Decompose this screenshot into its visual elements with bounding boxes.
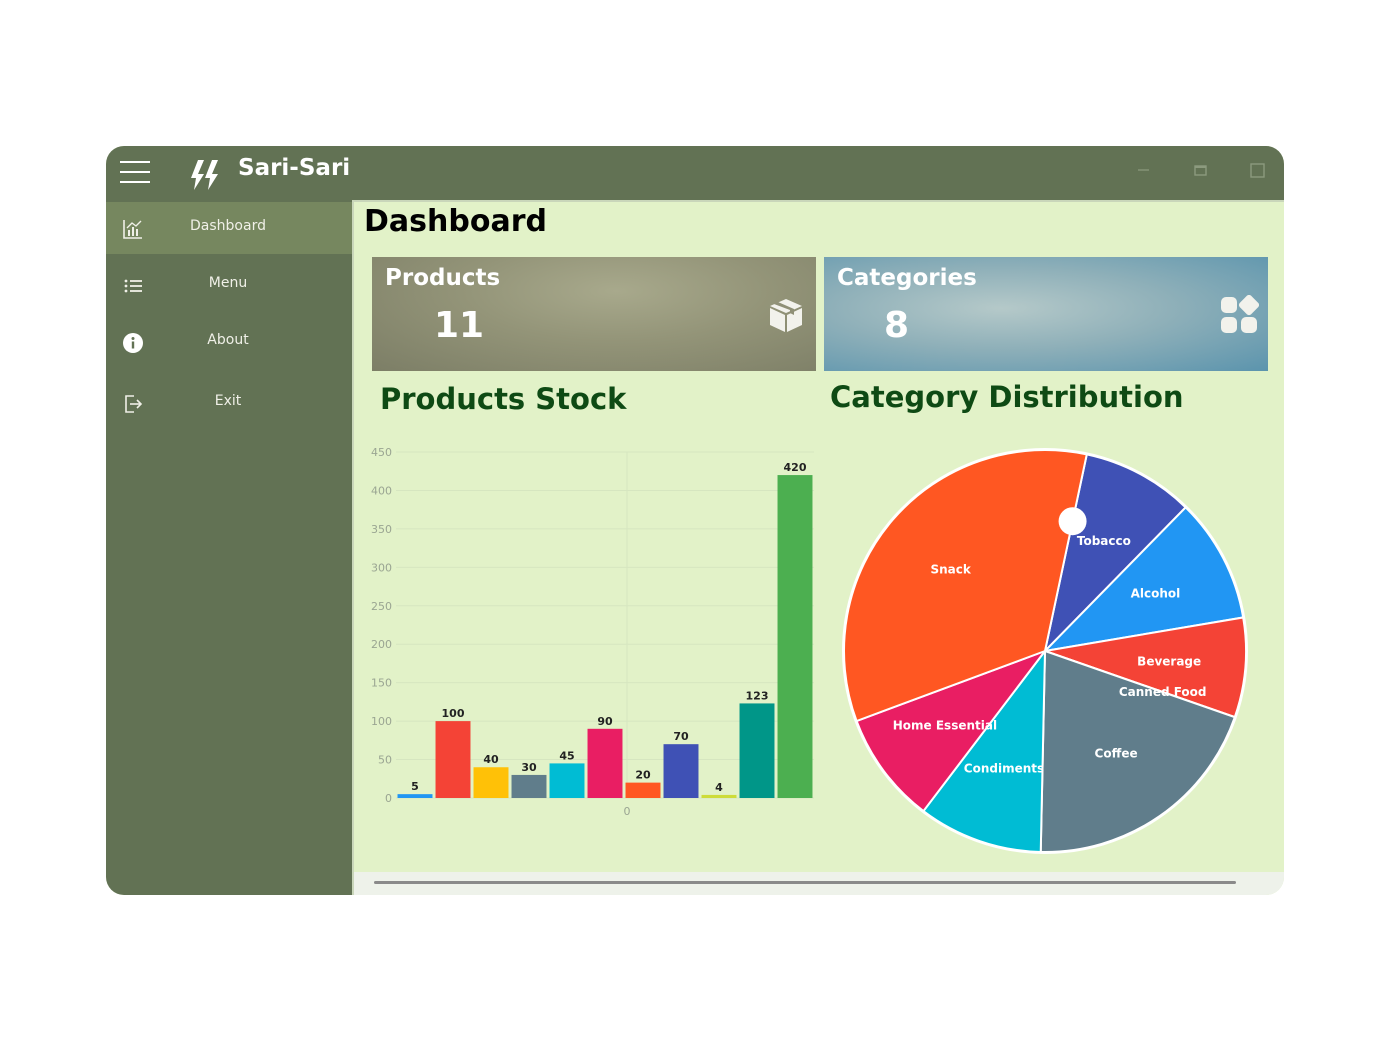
main-content: Dashboard Products 11 Categories 8 Produ… — [352, 200, 1284, 895]
bar — [397, 794, 433, 798]
pie-slice-label: Snack — [930, 563, 971, 577]
minimize-icon[interactable] — [1134, 160, 1154, 180]
y-tick-label: 150 — [371, 677, 392, 690]
bar — [777, 475, 813, 798]
pie-hover-marker — [1058, 507, 1087, 536]
bar-value-label: 40 — [483, 753, 499, 766]
card-label: Products — [385, 265, 501, 291]
stock-bar-chart: 0 50 100 150 200 250 300 350 400 450 0 5 100 40 30 45 90… — [371, 446, 814, 818]
y-tick-label: 200 — [371, 638, 392, 651]
bar — [473, 767, 509, 798]
app-title: Sari-Sari — [238, 155, 351, 181]
bar-value-label: 123 — [746, 689, 769, 702]
bar — [663, 744, 699, 798]
y-tick-label: 0 — [385, 792, 392, 805]
sidebar-item-menu[interactable]: Menu — [106, 259, 352, 311]
y-tick-label: 400 — [371, 484, 392, 497]
bar-value-label: 90 — [597, 715, 613, 728]
bar-value-label: 5 — [411, 780, 419, 793]
y-tick-label: 100 — [371, 715, 392, 728]
bar-value-label: 70 — [673, 730, 689, 743]
products-card: Products 11 — [372, 257, 816, 371]
app-window: Sari-Sari Dashboard Menu About Exit Dash… — [106, 146, 1284, 895]
sidebar: Dashboard Menu About Exit — [106, 200, 352, 895]
bar — [435, 721, 471, 798]
x-tick-label: 0 — [624, 805, 631, 818]
horizontal-scrollbar[interactable] — [374, 881, 1236, 884]
bar-value-label: 20 — [635, 769, 651, 782]
title-bar: Sari-Sari — [106, 146, 1284, 200]
card-label: Categories — [837, 265, 977, 291]
bar-value-label: 30 — [521, 761, 537, 774]
pie-slice-label: Coffee — [1095, 746, 1138, 760]
card-value: 8 — [884, 305, 910, 346]
category-grid-icon — [1221, 295, 1259, 333]
y-tick-label: 250 — [371, 600, 392, 613]
sidebar-item-label: About — [207, 332, 249, 348]
exit-icon — [125, 395, 143, 413]
category-pie-chart: Tobacco Alcohol Beverage Canned Food Coffee C… — [842, 448, 1248, 854]
page-title: Dashboard — [364, 204, 547, 239]
maximize-icon[interactable] — [1190, 160, 1210, 180]
sidebar-item-about[interactable]: About — [106, 316, 352, 368]
bar-value-label: 4 — [715, 781, 723, 794]
pie-slice-label: Home Essential — [893, 718, 997, 732]
bar — [739, 703, 775, 798]
y-tick-label: 450 — [371, 446, 392, 459]
chart-icon — [123, 220, 142, 239]
categories-card: Categories 8 — [824, 257, 1268, 371]
y-tick-label: 50 — [378, 754, 392, 767]
card-value: 11 — [434, 305, 485, 346]
pie-slice-label: Alcohol — [1131, 586, 1181, 600]
bar — [701, 794, 737, 798]
sidebar-item-dashboard[interactable]: Dashboard — [106, 202, 352, 254]
stock-chart-title: Products Stock — [380, 382, 627, 416]
pie-slice-label: Condiments — [964, 762, 1044, 776]
sidebar-item-label: Dashboard — [190, 218, 266, 234]
bar-value-label: 45 — [559, 749, 574, 762]
bar — [511, 774, 547, 798]
box-icon — [770, 299, 802, 332]
info-icon — [123, 333, 143, 353]
pie-slice-label: Tobacco — [1077, 534, 1131, 548]
distribution-chart-title: Category Distribution — [830, 380, 1184, 414]
bar — [625, 782, 661, 798]
pie-slice-label: Canned Food — [1119, 685, 1207, 699]
y-tick-label: 300 — [371, 561, 392, 574]
bar-value-label: 100 — [442, 707, 465, 720]
sidebar-item-exit[interactable]: Exit — [106, 377, 352, 429]
app-logo-icon — [191, 160, 218, 190]
bar-value-label: 420 — [784, 461, 807, 474]
sidebar-item-label: Exit — [214, 393, 242, 409]
restore-icon[interactable] — [1247, 160, 1267, 180]
pie-slice-label: Beverage — [1137, 654, 1201, 668]
y-tick-label: 350 — [371, 523, 392, 536]
bar — [549, 763, 585, 798]
list-icon — [124, 279, 142, 293]
bar — [587, 728, 623, 798]
hamburger-menu-icon[interactable] — [120, 161, 150, 183]
sidebar-item-label: Menu — [208, 275, 248, 291]
